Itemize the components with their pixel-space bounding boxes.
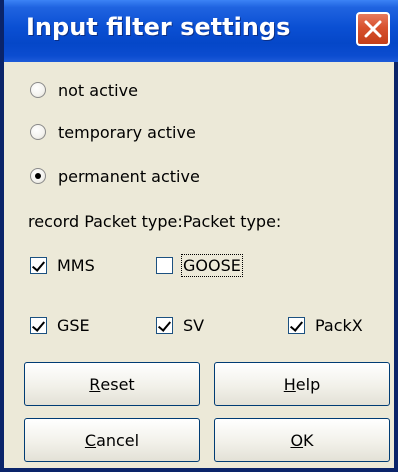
radio-temporary-active[interactable]: temporary active [30, 118, 196, 146]
checkbox-label: PackX [315, 315, 363, 335]
radio-button[interactable] [30, 168, 46, 184]
checkbox-label: GOOSE [181, 253, 243, 277]
ok-label: K [303, 430, 314, 450]
checkbox[interactable] [30, 256, 47, 274]
radio-label: temporary active [58, 122, 196, 142]
packet-type-label: record Packet type:Packet type: [28, 212, 282, 231]
reset-accel: R [89, 374, 101, 394]
radio-label: permanent active [58, 166, 200, 186]
dialog-window: Input filter settings not active tempora… [0, 0, 398, 472]
checkbox-label: MMS [57, 255, 95, 275]
close-button[interactable] [356, 12, 390, 46]
checkbox-mms[interactable]: MMS [30, 252, 95, 278]
ok-button[interactable]: OK [214, 418, 390, 462]
reset-button[interactable]: Reset [24, 362, 200, 406]
radio-button[interactable] [30, 124, 46, 140]
checkbox-gse[interactable]: GSE [30, 312, 90, 338]
close-icon [364, 20, 382, 38]
checkbox[interactable] [30, 316, 47, 334]
help-accel: H [283, 374, 296, 394]
reset-label: eset [100, 374, 135, 394]
help-button[interactable]: Help [214, 362, 390, 406]
checkbox-label: SV [183, 315, 205, 335]
radio-button[interactable] [30, 82, 46, 98]
radio-label: not active [58, 80, 138, 100]
checkbox-sv[interactable]: SV [156, 312, 204, 338]
window-title: Input filter settings [26, 13, 291, 41]
checkbox[interactable] [156, 316, 173, 334]
cancel-label: ancel [96, 430, 140, 450]
checkbox[interactable] [156, 256, 173, 274]
ok-accel: O [290, 430, 304, 450]
help-label: elp [295, 374, 321, 394]
checkbox[interactable] [288, 316, 305, 334]
checkbox-label: GSE [57, 315, 90, 335]
title-bar[interactable]: Input filter settings [4, 0, 398, 62]
radio-permanent-active[interactable]: permanent active [30, 162, 200, 190]
cancel-button[interactable]: Cancel [24, 418, 200, 462]
cancel-accel: C [84, 430, 97, 450]
checkbox-packx[interactable]: PackX [288, 312, 363, 338]
checkbox-goose[interactable]: GOOSE [156, 252, 243, 278]
radio-not-active[interactable]: not active [30, 76, 138, 104]
